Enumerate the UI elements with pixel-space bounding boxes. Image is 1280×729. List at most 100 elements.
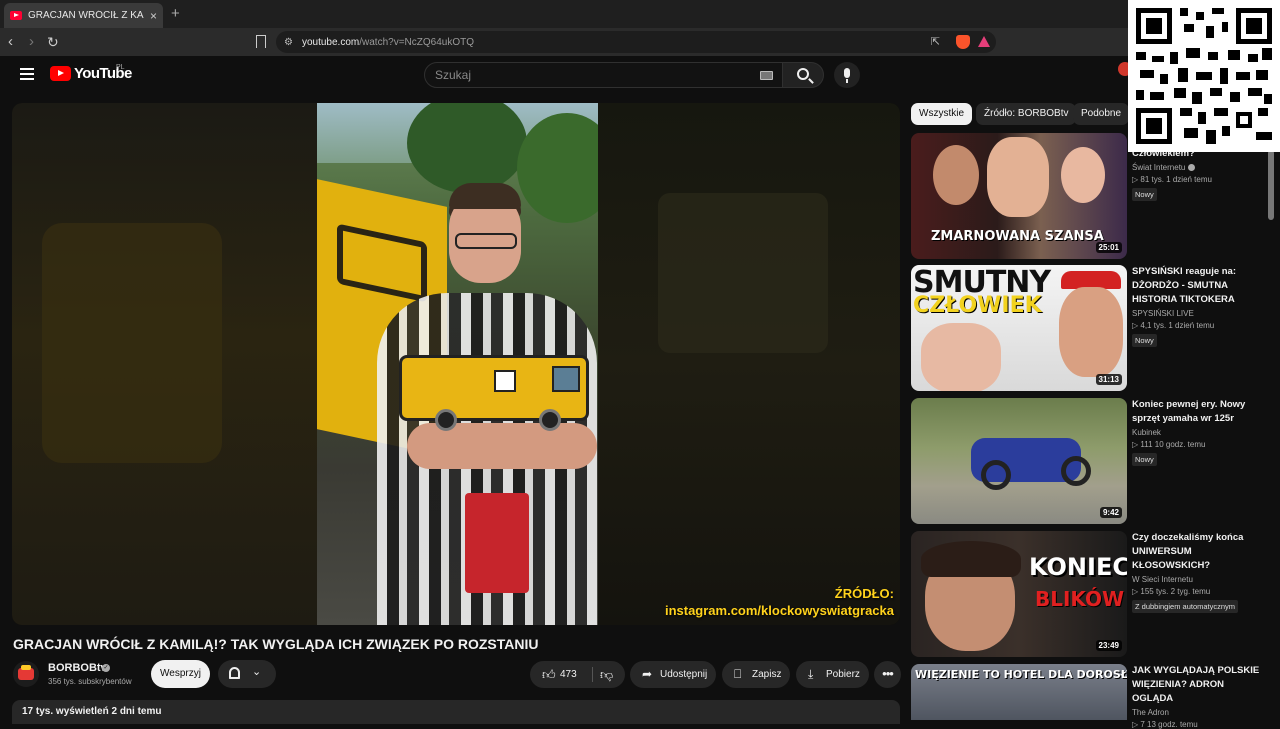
browser-tab[interactable]: GRACJAN WRÓCIŁ Z KAMILĄ × xyxy=(4,3,163,28)
chevron-down-icon: ⌄ xyxy=(252,666,262,678)
site-settings-icon[interactable]: ⚙ xyxy=(284,37,293,48)
like-dislike-group: 👍︎ 473 👎︎ xyxy=(530,661,625,688)
save-button[interactable]: ⎕ Zapisz xyxy=(722,661,790,688)
support-button[interactable]: Wesprzyj xyxy=(151,660,210,688)
new-badge: Nowy xyxy=(1132,188,1157,201)
recommendation-stats: ▷ 4,1 tys. 1 dzień temu xyxy=(1132,321,1215,330)
chip-related[interactable]: Podobne xyxy=(1073,103,1130,125)
video-thumbnail[interactable]: SMUTNY CZŁOWIEK 31:13 xyxy=(911,265,1127,391)
thumbnail-text: CZŁOWIEK xyxy=(913,293,1042,318)
recommendation-title[interactable]: Czy doczekaliśmy końca UNIWERSUM KŁOSOWS… xyxy=(1132,531,1260,573)
save-icon: ⎕ xyxy=(734,667,742,681)
save-label: Zapisz xyxy=(752,669,782,680)
dislike-icon[interactable]: 👎︎ xyxy=(600,661,613,688)
video-thumbnail[interactable]: ZMARNOWANA SZANSA 25:01 xyxy=(911,133,1127,259)
recommendation-channel[interactable]: The Adron xyxy=(1132,708,1169,717)
video-duration: 23:49 xyxy=(1095,640,1122,651)
address-bar[interactable]: ⚙ youtube.com/watch?v=NcZQ64ukOTQ ⇱ xyxy=(276,31,996,53)
browser-tab-bar: GRACJAN WRÓCIŁ Z KAMILĄ × + xyxy=(0,0,1280,28)
views-and-date: 17 tys. wyświetleń 2 dni temu xyxy=(22,706,162,717)
download-icon: ⤓ xyxy=(808,667,814,681)
recommendation-item[interactable]: 9:42 Koniec pewnej ery. Nowy sprzęt yama… xyxy=(911,398,1261,524)
forward-icon[interactable]: › xyxy=(29,33,34,51)
video-player[interactable]: ŹRÓDŁO: instagram.com/klockowyswiatgrack… xyxy=(12,103,900,625)
recommendation-channel[interactable]: Kubinek xyxy=(1132,428,1161,437)
thumbnail-text: WIĘZIENIE TO HOTEL DLA DOROSŁYCH xyxy=(915,668,1127,681)
search-input[interactable]: Szukaj xyxy=(424,62,786,88)
reload-icon[interactable]: ↻ xyxy=(47,33,59,51)
channel-avatar[interactable] xyxy=(13,661,39,687)
new-badge: Nowy xyxy=(1132,453,1157,466)
recommendation-title[interactable]: JAK WYGLĄDAJĄ POLSKIE WIĘZIENIA? ADRON O… xyxy=(1132,664,1260,706)
blurred-background-left xyxy=(12,103,317,625)
share-button[interactable]: ➦ Udostępnij xyxy=(630,661,716,688)
more-actions-icon[interactable]: ••• xyxy=(874,661,901,688)
recommendation-channel[interactable]: SPYSIŃSKI LIVE xyxy=(1132,309,1194,318)
youtube-logo[interactable]: YouTube PL xyxy=(50,64,132,82)
thumbnail-text: KONIEC xyxy=(1029,553,1127,581)
recommendation-item[interactable]: SMUTNY CZŁOWIEK 31:13 SPYSIŃSKI reaguje … xyxy=(911,265,1261,391)
video-duration: 25:01 xyxy=(1095,242,1122,253)
description-box[interactable]: 17 tys. wyświetleń 2 dni temu xyxy=(12,700,900,724)
lanyard-badge xyxy=(465,493,529,593)
blurred-background-right xyxy=(598,103,900,625)
source-label: ŹRÓDŁO: xyxy=(834,586,894,601)
video-duration: 31:13 xyxy=(1095,374,1122,385)
sidebar-scrollbar[interactable] xyxy=(1268,150,1274,220)
new-badge: Nowy xyxy=(1132,334,1157,347)
bell-icon xyxy=(229,667,240,679)
new-tab-button[interactable]: + xyxy=(171,5,180,22)
recommendation-item[interactable]: KONIEC BLIKÓW 23:49 Czy doczekaliśmy koń… xyxy=(911,531,1261,657)
video-thumbnail[interactable]: 9:42 xyxy=(911,398,1127,524)
subscriber-count: 356 tys. subskrybentów xyxy=(48,677,132,686)
source-url: instagram.com/klockowyswiatgracka xyxy=(664,603,894,618)
chip-from-channel[interactable]: Źródło: BORBOBtv xyxy=(976,103,1077,125)
qr-code xyxy=(1128,0,1280,152)
voice-search-icon[interactable] xyxy=(834,62,860,88)
video-thumbnail[interactable]: KONIEC BLIKÓW 23:49 xyxy=(911,531,1127,657)
search-button[interactable] xyxy=(782,62,824,88)
url-path: /watch?v=NcZQ64ukOTQ xyxy=(359,36,474,48)
search-icon xyxy=(797,68,809,80)
verified-icon xyxy=(1188,164,1196,171)
dubbing-badge: Z dubbingiem automatycznym xyxy=(1132,600,1239,613)
like-icon[interactable]: 👍︎ xyxy=(542,661,556,688)
like-count[interactable]: 473 xyxy=(560,661,577,688)
glasses xyxy=(455,233,517,249)
recommendation-item[interactable]: WIĘZIENIE TO HOTEL DLA DOROSŁYCH JAK WYG… xyxy=(911,664,1261,729)
hamburger-menu-icon[interactable] xyxy=(20,68,34,80)
verified-icon: ✓ xyxy=(102,664,110,672)
notifications-button[interactable]: ⌄ xyxy=(218,660,276,688)
recommendation-stats: ▷ 111 10 godz. temu xyxy=(1132,440,1206,449)
keyboard-icon[interactable] xyxy=(760,71,773,80)
video-thumbnail[interactable]: WIĘZIENIE TO HOTEL DLA DOROSŁYCH xyxy=(911,664,1127,720)
recommendation-stats: ▷ 7 13 godz. temu xyxy=(1132,720,1198,729)
bookmark-icon[interactable] xyxy=(256,35,266,48)
recommendation-channel[interactable]: W Sieci Internetu xyxy=(1132,575,1193,584)
brave-rewards-icon[interactable] xyxy=(978,36,990,47)
chip-all[interactable]: Wszystkie xyxy=(911,103,972,125)
download-button[interactable]: ⤓ Pobierz xyxy=(796,661,869,688)
thumbnail-text: BLIKÓW xyxy=(1035,587,1125,611)
download-label: Pobierz xyxy=(826,669,860,680)
toy-van xyxy=(399,355,589,421)
share-icon: ➦ xyxy=(642,667,653,681)
channel-name[interactable]: BORBOBtv xyxy=(48,662,107,674)
thumbnail-text: ZMARNOWANA SZANSA xyxy=(931,229,1104,244)
tab-title: GRACJAN WRÓCIŁ Z KAMILĄ xyxy=(28,10,144,21)
browser-toolbar: ‹ › ↻ ⚙ youtube.com/watch?v=NcZQ64ukOTQ … xyxy=(0,28,1280,76)
recommendation-title[interactable]: SPYSIŃSKI reaguje na: DŻORDŻO - SMUTNA H… xyxy=(1132,265,1260,307)
recommendation-stats: ▷ 155 tys. 2 tyg. temu xyxy=(1132,587,1211,596)
share-page-icon[interactable]: ⇱ xyxy=(931,35,940,48)
back-icon[interactable]: ‹ xyxy=(8,33,13,51)
video-frame xyxy=(317,103,598,625)
recommendation-title[interactable]: Koniec pewnej ery. Nowy sprzęt yamaha wr… xyxy=(1132,398,1260,426)
close-tab-icon[interactable]: × xyxy=(150,9,157,23)
source-caption: ŹRÓDŁO: instagram.com/klockowyswiatgrack… xyxy=(665,585,894,619)
video-title: GRACJAN WRÓCIŁ Z KAMILĄ!? TAK WYGLĄDA IC… xyxy=(13,636,539,652)
recommendation-stats: ▷ 81 tys. 1 dzień temu xyxy=(1132,175,1212,184)
recommendation-channel[interactable]: Świat Internetu xyxy=(1132,163,1185,172)
share-label: Udostępnij xyxy=(660,669,708,680)
brave-shields-icon[interactable] xyxy=(956,35,970,49)
youtube-play-icon xyxy=(50,66,71,81)
